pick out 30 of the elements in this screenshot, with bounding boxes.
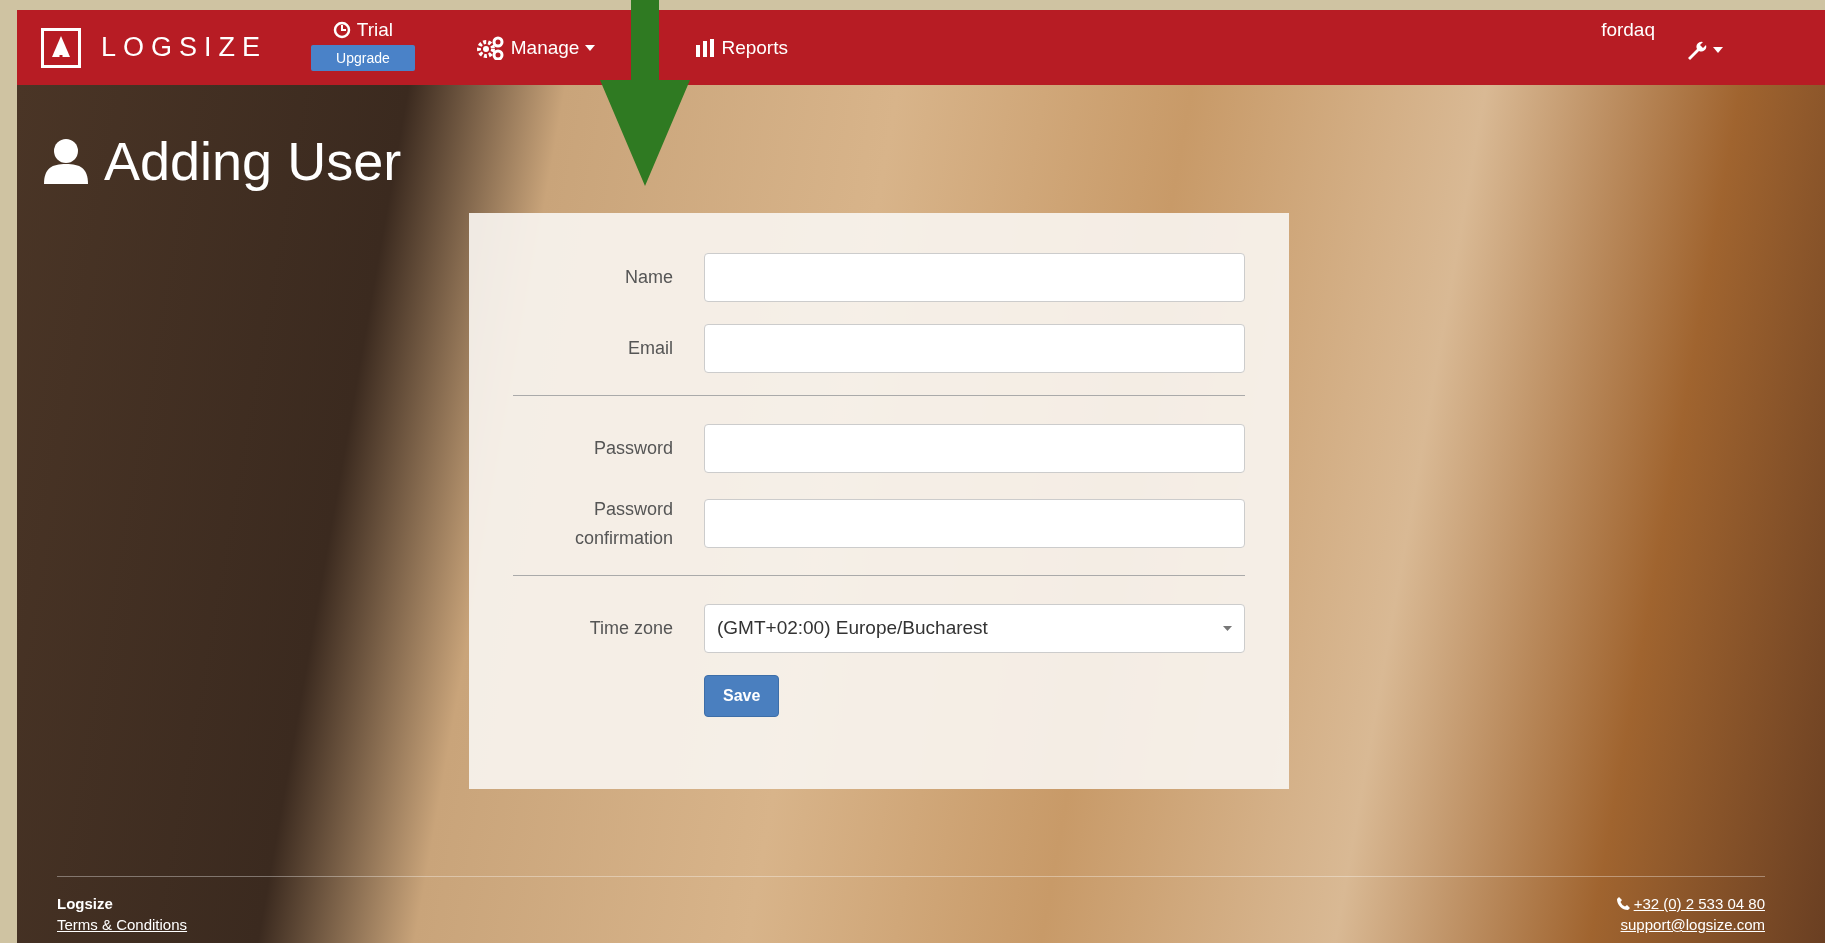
page-title: Adding User	[104, 130, 402, 192]
phone-icon	[1616, 897, 1630, 910]
upgrade-button[interactable]: Upgrade	[311, 44, 415, 71]
user-icon	[42, 138, 90, 184]
field-label: Password confirmation	[573, 498, 673, 550]
password-input-field[interactable]	[704, 499, 1245, 549]
nav-menu-item[interactable]: Reports	[695, 36, 788, 59]
nav-menu-item[interactable]: Manage	[476, 35, 596, 60]
username[interactable]: fordaq	[1601, 18, 1655, 41]
tree-logo-icon	[41, 27, 81, 68]
trial-label: Trial	[332, 18, 393, 41]
caret-icon	[1223, 625, 1232, 631]
phone-link[interactable]: +32 (0) 2 533 04 80	[1633, 895, 1765, 912]
company-name: Logsize	[57, 895, 114, 912]
field-label: Time zone	[588, 616, 673, 640]
gears-icon	[476, 35, 505, 60]
text-input-field[interactable]	[704, 253, 1245, 302]
bar-chart-icon	[695, 38, 716, 57]
email-link[interactable]: support@logsize.com	[1620, 916, 1765, 933]
field-label: Email	[627, 337, 673, 361]
clock-icon	[332, 20, 351, 39]
password-input-field[interactable]	[704, 424, 1245, 473]
text-input-field[interactable]	[704, 324, 1245, 373]
select-field[interactable]: (GMT+02:00) Europe/Bucharest	[704, 603, 1245, 653]
field-label: Password	[592, 437, 673, 461]
save-button[interactable]: Save	[704, 674, 780, 717]
field-label: Name	[624, 266, 673, 290]
terms-link[interactable]: Terms & Conditions	[57, 916, 188, 933]
brand-name: LOGSIZE	[101, 32, 268, 63]
caret-icon	[1713, 46, 1723, 53]
